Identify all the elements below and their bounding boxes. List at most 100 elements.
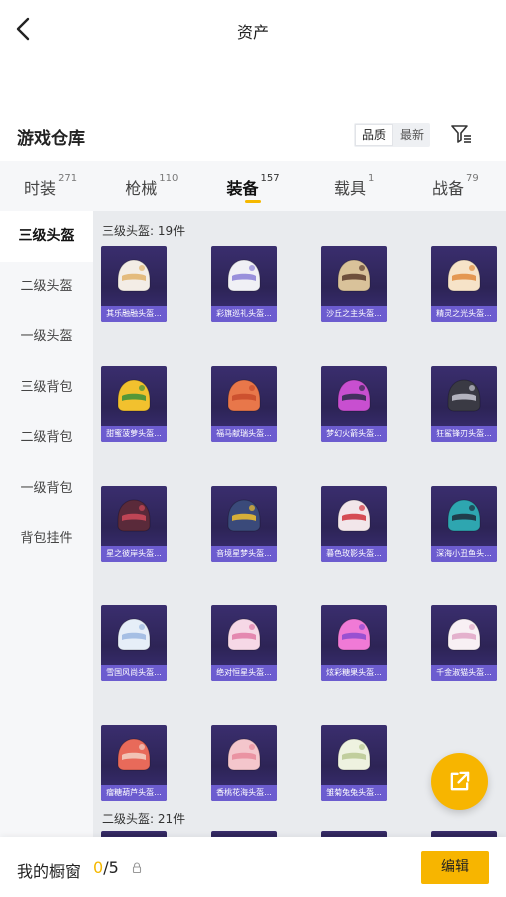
helmet-card[interactable]: 暮色玫影头盔... — [321, 486, 387, 562]
helmet-name: 雪国风尚头盔... — [101, 665, 167, 681]
showcase-current: 0 — [93, 858, 104, 877]
item-grid: 三级头盔: 19件 二级头盔: 21件 其乐融融头盔... 彩旗巡礼头盔... 沙丘… — [93, 211, 506, 837]
tab-vehicles[interactable]: 载具1 — [304, 161, 405, 211]
sidenav-item-level2-helmet[interactable]: 二级头盔 — [0, 262, 93, 313]
helmet-name: 暮色玫影头盔... — [321, 546, 387, 562]
helmet-icon — [337, 738, 371, 771]
sidenav-item-level3-helmet[interactable]: 三级头盔 — [0, 211, 93, 262]
warehouse-title: 游戏仓库 — [17, 129, 85, 149]
tab-count: 1 — [368, 173, 375, 184]
helmet-icon — [227, 499, 261, 532]
tab-count: 79 — [466, 173, 479, 184]
tab-equipment[interactable]: 装备157 — [202, 161, 303, 211]
helmet-icon — [337, 499, 371, 532]
sidenav-item-level3-backpack[interactable]: 三级背包 — [0, 363, 93, 414]
helmet-name: 音境星梦头盔... — [211, 546, 277, 562]
sort-newest-option[interactable]: 最新 — [394, 123, 430, 147]
tab-label: 时装 — [24, 179, 57, 198]
helmet-icon — [227, 618, 261, 651]
external-link-icon — [450, 771, 470, 791]
helmet-name: 香桃花海头盔... — [211, 785, 277, 801]
share-button[interactable] — [431, 753, 488, 810]
sort-quality-option[interactable]: 品质 — [355, 124, 393, 146]
helmet-card[interactable]: 甜蜜菠萝头盔... — [101, 366, 167, 442]
sidenav-item-level2-backpack[interactable]: 二级背包 — [0, 413, 93, 464]
sidenav-item-level1-backpack[interactable]: 一级背包 — [0, 464, 93, 515]
helmet-card[interactable]: 其乐融融头盔... — [101, 246, 167, 322]
section-title-level3: 三级头盔: 19件 — [102, 224, 186, 238]
tab-fashion[interactable]: 时装271 — [0, 161, 101, 211]
sidenav: 三级头盔 二级头盔 一级头盔 三级背包 二级背包 一级背包 背包挂件 — [0, 211, 93, 837]
tab-count: 110 — [159, 173, 179, 184]
edit-button[interactable]: 编辑 — [421, 851, 489, 884]
filter-icon — [451, 125, 471, 143]
lock-icon — [132, 862, 142, 873]
header: 资产 — [0, 0, 506, 60]
helmet-card[interactable]: 雪国风尚头盔... — [101, 605, 167, 681]
helmet-icon — [227, 738, 261, 771]
helmet-card[interactable]: 绝对恒星头盔... — [211, 605, 277, 681]
helmet-card[interactable]: 彩旗巡礼头盔... — [211, 246, 277, 322]
helmet-icon — [227, 379, 261, 412]
showcase-label: 我的橱窗 — [17, 862, 82, 881]
helmet-name: 福马献瑞头盔... — [211, 426, 277, 442]
page-title: 资产 — [236, 23, 269, 42]
helmet-icon — [337, 618, 371, 651]
helmet-icon — [447, 499, 481, 532]
tab-label: 枪械 — [125, 179, 158, 198]
helmet-name: 深海小丑鱼头... — [431, 546, 497, 562]
helmet-card[interactable]: 梦幻火箭头盔... — [321, 366, 387, 442]
helmet-icon — [447, 379, 481, 412]
helmet-icon — [337, 379, 371, 412]
helmet-name: 精灵之光头盔... — [431, 306, 497, 322]
helmet-card[interactable]: 沙丘之主头盔... — [321, 246, 387, 322]
sidenav-item-level1-helmet[interactable]: 一级头盔 — [0, 312, 93, 363]
helmet-card[interactable]: 精灵之光头盔... — [431, 246, 497, 322]
helmet-name: 绝对恒星头盔... — [211, 665, 277, 681]
helmet-name: 梦幻火箭头盔... — [321, 426, 387, 442]
helmet-icon — [117, 738, 151, 771]
helmet-card[interactable]: 狂鲨锋刃头盔... — [431, 366, 497, 442]
helmet-name: 星之彼岸头盔... — [101, 546, 167, 562]
bottom-bar: 我的橱窗 0/5 编辑 — [0, 837, 506, 897]
helmet-card[interactable]: 瘤糖葫芦头盔... — [101, 725, 167, 801]
showcase-total: /5 — [103, 858, 119, 877]
helmet-icon — [117, 259, 151, 292]
helmet-card[interactable]: 千金淑猫头盔... — [431, 605, 497, 681]
tab-underline — [245, 200, 261, 203]
helmet-card[interactable]: 炫彩糖果头盔... — [321, 605, 387, 681]
helmet-card[interactable]: 福马献瑞头盔... — [211, 366, 277, 442]
helmet-card[interactable]: 深海小丑鱼头... — [431, 486, 497, 562]
helmet-card[interactable]: 星之彼岸头盔... — [101, 486, 167, 562]
tab-label: 载具 — [334, 179, 367, 198]
filter-button[interactable] — [449, 122, 473, 146]
helmet-name: 其乐融融头盔... — [101, 306, 167, 322]
tab-label: 装备 — [226, 179, 259, 198]
helmet-icon — [117, 499, 151, 532]
helmet-name: 炫彩糖果头盔... — [321, 665, 387, 681]
tab-count: 157 — [260, 173, 280, 184]
helmet-name: 瘤糖葫芦头盔... — [101, 785, 167, 801]
helmet-icon — [117, 379, 151, 412]
helmet-card[interactable]: 香桃花海头盔... — [211, 725, 277, 801]
helmet-name: 甜蜜菠萝头盔... — [101, 426, 167, 442]
helmet-icon — [337, 259, 371, 292]
helmet-card[interactable]: 音境星梦头盔... — [211, 486, 277, 562]
helmet-name: 彩旗巡礼头盔... — [211, 306, 277, 322]
category-tabs: 时装271 枪械110 装备157 载具1 战备79 — [0, 161, 506, 211]
tab-label: 战备 — [432, 179, 465, 198]
helmet-name: 雏菊兔兔头盔... — [321, 785, 387, 801]
showcase-count: 0/5 — [93, 858, 119, 877]
sort-toggle: 品质 最新 — [354, 123, 430, 147]
tab-supplies[interactable]: 战备79 — [405, 161, 506, 211]
section-title-level2: 二级头盔: 21件 — [102, 812, 186, 826]
helmet-name: 沙丘之主头盔... — [321, 306, 387, 322]
helmet-icon — [447, 618, 481, 651]
tab-count: 271 — [58, 173, 78, 184]
helmet-icon — [447, 259, 481, 292]
helmet-name: 千金淑猫头盔... — [431, 665, 497, 681]
tab-weapons[interactable]: 枪械110 — [101, 161, 202, 211]
helmet-icon — [227, 259, 261, 292]
helmet-card[interactable]: 雏菊兔兔头盔... — [321, 725, 387, 801]
sidenav-item-backpack-pendant[interactable]: 背包挂件 — [0, 514, 93, 565]
